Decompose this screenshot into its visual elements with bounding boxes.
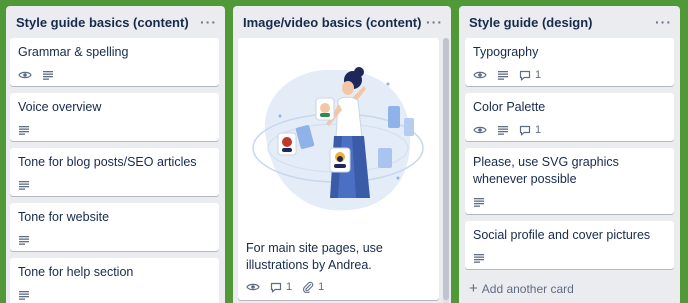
comment-count: 1 (535, 124, 542, 136)
card-badges: 1 1 (246, 280, 431, 294)
list-menu-icon[interactable]: ··· (655, 15, 672, 29)
card-social-profile-cover[interactable]: Social profile and cover pictures (465, 221, 674, 269)
list-title[interactable]: Style guide (design) (469, 15, 593, 30)
eye-icon (473, 125, 487, 135)
description-icon (18, 180, 30, 190)
attachment-icon (303, 281, 314, 293)
list-title[interactable]: Image/video basics (content) (243, 15, 421, 30)
card-badges: 1 (473, 68, 666, 82)
card-grammar-spelling[interactable]: Grammar & spelling (10, 38, 219, 86)
list-image-video-basics: Image/video basics (content) ··· For mai… (233, 6, 451, 303)
description-icon (18, 125, 30, 135)
card-cover-illustration (238, 38, 439, 234)
card-title: Tone for blog posts/SEO articles (18, 155, 197, 169)
card-title: Typography (473, 45, 539, 59)
comment-badge: 1 (270, 281, 292, 293)
list-title[interactable]: Style guide basics (content) (16, 15, 189, 30)
card-title: Please, use SVG graphics whenever possib… (473, 155, 619, 186)
attachment-count: 1 (318, 281, 325, 293)
card-badges (18, 288, 211, 302)
card-main-site-illustrations[interactable]: For main site pages, use illustrations b… (238, 38, 439, 300)
card-tone-help-section[interactable]: Tone for help section (10, 258, 219, 303)
card-badges (18, 233, 211, 247)
comment-count: 1 (535, 69, 542, 81)
comment-icon (519, 125, 531, 136)
description-icon (497, 125, 509, 135)
attachment-badge: 1 (302, 281, 324, 293)
eye-icon (18, 70, 32, 80)
list-scrollbar[interactable] (443, 38, 449, 303)
card-tone-blog-posts[interactable]: Tone for blog posts/SEO articles (10, 148, 219, 196)
description-icon (18, 235, 30, 245)
list-menu-icon[interactable]: ··· (200, 15, 217, 29)
list-header: Style guide basics (content) ··· (6, 6, 225, 38)
comment-count: 1 (286, 281, 293, 293)
description-icon (473, 197, 485, 207)
card-badges (18, 68, 211, 82)
card-tone-website[interactable]: Tone for website (10, 203, 219, 251)
list-style-guide-basics: Style guide basics (content) ··· Grammar… (6, 6, 225, 303)
list-style-guide-design: Style guide (design) ··· Typography 1 Co… (459, 6, 680, 303)
plus-icon: + (469, 280, 478, 297)
list-header: Image/video basics (content) ··· (233, 6, 451, 38)
card-badges (18, 178, 211, 192)
card-title: Social profile and cover pictures (473, 228, 651, 242)
card-title: Grammar & spelling (18, 45, 129, 59)
description-icon (473, 253, 485, 263)
card-badges: 1 (473, 123, 666, 137)
description-icon (42, 70, 54, 80)
card-typography[interactable]: Typography 1 (465, 38, 674, 86)
comment-badge: 1 (519, 124, 541, 136)
card-badges (18, 123, 211, 137)
list-menu-icon[interactable]: ··· (426, 15, 443, 29)
list-scrollbar-thumb[interactable] (443, 38, 449, 300)
card-title: For main site pages, use illustrations b… (246, 241, 383, 272)
list-header: Style guide (design) ··· (459, 6, 680, 38)
comment-badge: 1 (519, 69, 541, 81)
eye-icon (246, 282, 260, 292)
comment-icon (270, 282, 282, 293)
eye-icon (473, 70, 487, 80)
card-svg-graphics[interactable]: Please, use SVG graphics whenever possib… (465, 148, 674, 214)
add-card-button[interactable]: + Add another card (469, 280, 574, 297)
card-title: Tone for website (18, 210, 110, 224)
card-voice-overview[interactable]: Voice overview (10, 93, 219, 141)
add-card-label: Add another card (481, 282, 574, 296)
description-icon (497, 70, 509, 80)
card-badges (473, 195, 666, 209)
card-title: Tone for help section (18, 265, 134, 279)
card-title: Color Palette (473, 100, 546, 114)
comment-icon (519, 70, 531, 81)
description-icon (18, 290, 30, 300)
card-badges (473, 251, 666, 265)
card-color-palette[interactable]: Color Palette 1 (465, 93, 674, 141)
card-title: Voice overview (18, 100, 102, 114)
